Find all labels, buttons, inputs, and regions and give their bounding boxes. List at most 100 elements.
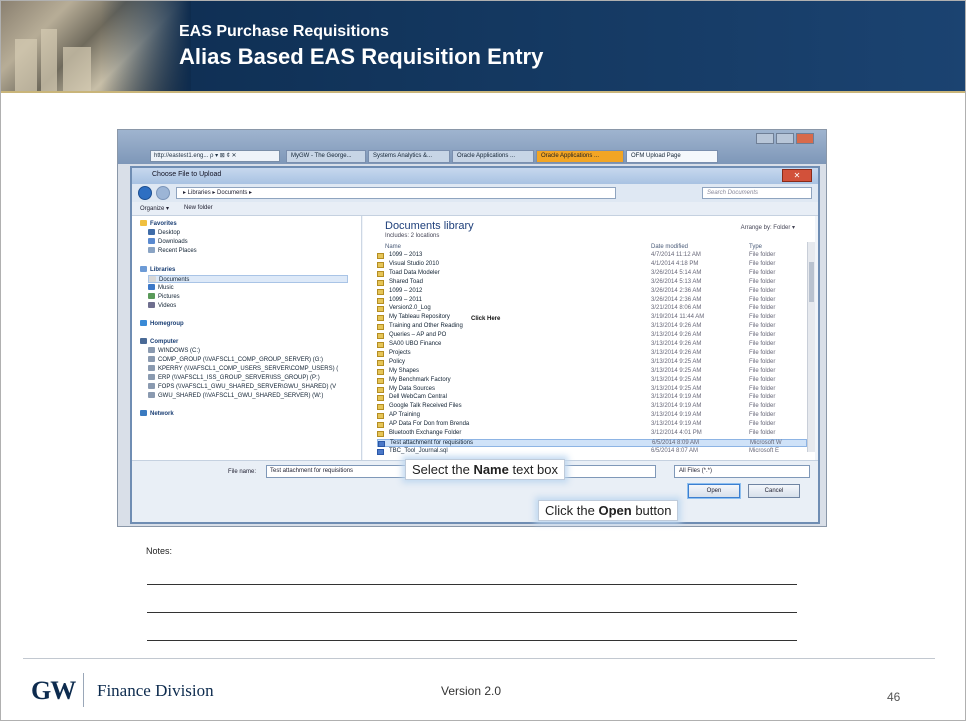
- forward-arrow-icon[interactable]: [156, 186, 170, 200]
- dialog-title: Choose File to Upload: [132, 168, 818, 184]
- dialog-close-button[interactable]: ✕: [782, 169, 812, 182]
- division-name: Finance Division: [97, 681, 214, 700]
- dialog-nav-row: ▸ Libraries ▸ Documents ▸ Search Documen…: [132, 184, 818, 202]
- nav-item[interactable]: Pictures: [148, 293, 180, 301]
- browser-tab[interactable]: MyGW - The George...: [286, 150, 366, 163]
- nav-homegroup[interactable]: Homegroup: [140, 320, 184, 328]
- file-date: 3/21/2014 8:06 AM: [651, 305, 702, 312]
- file-type: File folder: [749, 278, 776, 285]
- file-date: 3/19/2014 11:44 AM: [651, 314, 705, 321]
- file-row[interactable]: AP Data For Don from Brenda 3/13/2014 9:1…: [377, 421, 807, 429]
- nav-computer[interactable]: Computer: [140, 338, 178, 346]
- file-row[interactable]: Version2.0_Log 3/21/2014 8:06 AM File fold…: [377, 305, 807, 313]
- column-header-name[interactable]: Name: [385, 244, 401, 250]
- file-row[interactable]: Dell WebCam Central 3/13/2014 9:19 AM File…: [377, 394, 807, 402]
- file-date: 3/13/2014 9:26 AM: [651, 332, 702, 339]
- dialog-toolbar: Organize ▾ New folder: [132, 202, 818, 216]
- file-type-select[interactable]: All Files (*.*): [674, 465, 810, 478]
- browser-address-bar[interactable]: http://eastest1.eng... ρ ▾ ⊠ ¢ ✕: [150, 150, 280, 162]
- nav-item[interactable]: GWU_SHARED (\\VAFSCL1_GWU_SHARED_SERVER)…: [148, 392, 323, 400]
- browser-tab-active[interactable]: Oracle Applications ...: [536, 150, 624, 163]
- file-name: Shared Toad: [389, 278, 423, 285]
- nav-item[interactable]: FOPS (\\VAFSCL1_GWU_SHARED_SERVER\GWU_SH…: [148, 383, 336, 391]
- folder-icon: [377, 413, 384, 420]
- nav-item[interactable]: Desktop: [148, 229, 180, 237]
- nav-item[interactable]: ERP (\\VAFSCL1_ISS_GROUP_SERVER\ISS_GROU…: [148, 374, 320, 382]
- maximize-icon[interactable]: [776, 133, 794, 144]
- file-row[interactable]: Policy 3/13/2014 9:25 AM File folder: [377, 359, 807, 367]
- file-row[interactable]: TBC_Tool_Journal.sql 6/5/2014 8:07 AM Micr…: [377, 448, 807, 456]
- new-folder-button[interactable]: New folder: [184, 205, 213, 211]
- close-icon[interactable]: [796, 133, 814, 144]
- network-drive-icon: [148, 383, 155, 389]
- back-arrow-icon[interactable]: [138, 186, 152, 200]
- file-row[interactable]: My Tableau Repository 3/19/2014 11:44 AM F…: [377, 314, 807, 322]
- file-type: File folder: [749, 394, 776, 401]
- folder-icon: [377, 297, 384, 304]
- nav-libraries[interactable]: Libraries: [140, 266, 175, 274]
- file-row[interactable]: Bluetooth Exchange Folder 3/12/2014 4:01 …: [377, 430, 807, 438]
- file-name: Projects: [389, 349, 411, 356]
- nav-favorites[interactable]: Favorites: [140, 220, 177, 228]
- footer-divider: [23, 658, 935, 659]
- file-row[interactable]: My Data Sources 3/13/2014 9:25 AM File fol…: [377, 386, 807, 394]
- nav-item[interactable]: Music: [148, 284, 174, 292]
- folder-icon: [377, 315, 384, 322]
- file-name: Dell WebCam Central: [389, 394, 447, 401]
- file-row[interactable]: Toad Data Modeler 3/26/2014 5:14 AM File f…: [377, 270, 807, 278]
- scrollbar-thumb[interactable]: [809, 262, 814, 302]
- library-subtitle[interactable]: Includes: 2 locations: [385, 233, 439, 239]
- file-row[interactable]: Visual Studio 2010 4/1/2014 4:18 PM File f…: [377, 261, 807, 269]
- file-row[interactable]: Projects 3/13/2014 9:26 AM File folder: [377, 350, 807, 358]
- file-row[interactable]: 1099 – 2012 3/26/2014 2:36 AM File folder: [377, 288, 807, 296]
- nav-network[interactable]: Network: [140, 410, 174, 418]
- browser-tab[interactable]: Oracle Applications ...: [452, 150, 534, 163]
- file-row[interactable]: Training and Other Reading 3/13/2014 9:26…: [377, 323, 807, 331]
- column-header-date[interactable]: Date modified: [651, 244, 688, 250]
- file-row[interactable]: Google Talk Received Files 3/13/2014 9:19…: [377, 403, 807, 411]
- organize-menu[interactable]: Organize ▾: [140, 205, 169, 212]
- open-button[interactable]: Open: [688, 484, 740, 498]
- file-name: AP Data For Don from Brenda: [389, 421, 470, 428]
- nav-item[interactable]: COMP_GROUP (\\VAFSCL1_COMP_GROUP_SERVER)…: [148, 356, 323, 364]
- file-row[interactable]: Shared Toad 3/26/2014 5:13 AM File folder: [377, 279, 807, 287]
- downloads-icon: [148, 238, 155, 244]
- nav-item[interactable]: Recent Places: [148, 247, 197, 255]
- folder-icon: [377, 253, 384, 259]
- file-row[interactable]: AP Training 3/13/2014 9:19 AM File folder: [377, 412, 807, 420]
- nav-item[interactable]: Downloads: [148, 238, 188, 246]
- nav-item[interactable]: WINDOWS (C:): [148, 347, 200, 355]
- file-row[interactable]: SA00 UBO Finance 3/13/2014 9:26 AM File fo…: [377, 341, 807, 349]
- nav-item-documents[interactable]: Documents: [148, 275, 348, 283]
- file-row[interactable]: My Benchmark Factory 3/13/2014 9:25 AM Fil…: [377, 377, 807, 385]
- file-name: My Benchmark Factory: [389, 376, 451, 383]
- minimize-icon[interactable]: [756, 133, 774, 144]
- folder-icon: [377, 431, 384, 437]
- file-type: File folder: [749, 296, 776, 303]
- file-type: File folder: [749, 412, 776, 419]
- file-row[interactable]: 1099 – 2011 3/26/2014 2:36 AM File folder: [377, 297, 807, 305]
- file-row[interactable]: Queries – AP and PO 3/13/2014 9:26 AM File…: [377, 332, 807, 340]
- folder-icon: [377, 422, 384, 429]
- scrollbar[interactable]: [807, 242, 815, 452]
- file-date: 3/13/2014 9:26 AM: [651, 323, 702, 330]
- file-row-selected[interactable]: Test attachment for requisitions 6/5/2014…: [377, 438, 807, 447]
- network-icon: [140, 410, 147, 416]
- file-date: 3/26/2014 2:36 AM: [651, 287, 702, 294]
- breadcrumb[interactable]: ▸ Libraries ▸ Documents ▸: [176, 187, 616, 199]
- folder-icon: [377, 404, 384, 411]
- folder-icon: [377, 368, 384, 375]
- cancel-button[interactable]: Cancel: [748, 484, 800, 498]
- search-input[interactable]: Search Documents: [702, 187, 812, 199]
- browser-tab[interactable]: Systems Analytics &...: [368, 150, 450, 163]
- column-header-type[interactable]: Type: [749, 244, 762, 250]
- arrange-by-dropdown[interactable]: Arrange by: Folder ▾: [741, 224, 795, 231]
- network-drive-icon: [148, 392, 155, 398]
- navigation-pane: Favorites Desktop Downloads Recent Place…: [132, 216, 362, 460]
- gw-logo: GW: [31, 676, 76, 705]
- nav-item[interactable]: Videos: [148, 302, 176, 310]
- browser-tab-upload[interactable]: OFM Upload Page: [626, 150, 718, 163]
- nav-item[interactable]: KPERRY (\\VAFSCL1_COMP_USERS_SERVER\COMP…: [148, 365, 338, 373]
- file-row[interactable]: 1099 – 2013 4/7/2014 11:12 AM File folder: [377, 252, 807, 260]
- file-row[interactable]: My Shapes 3/13/2014 9:25 AM File folder: [377, 368, 807, 376]
